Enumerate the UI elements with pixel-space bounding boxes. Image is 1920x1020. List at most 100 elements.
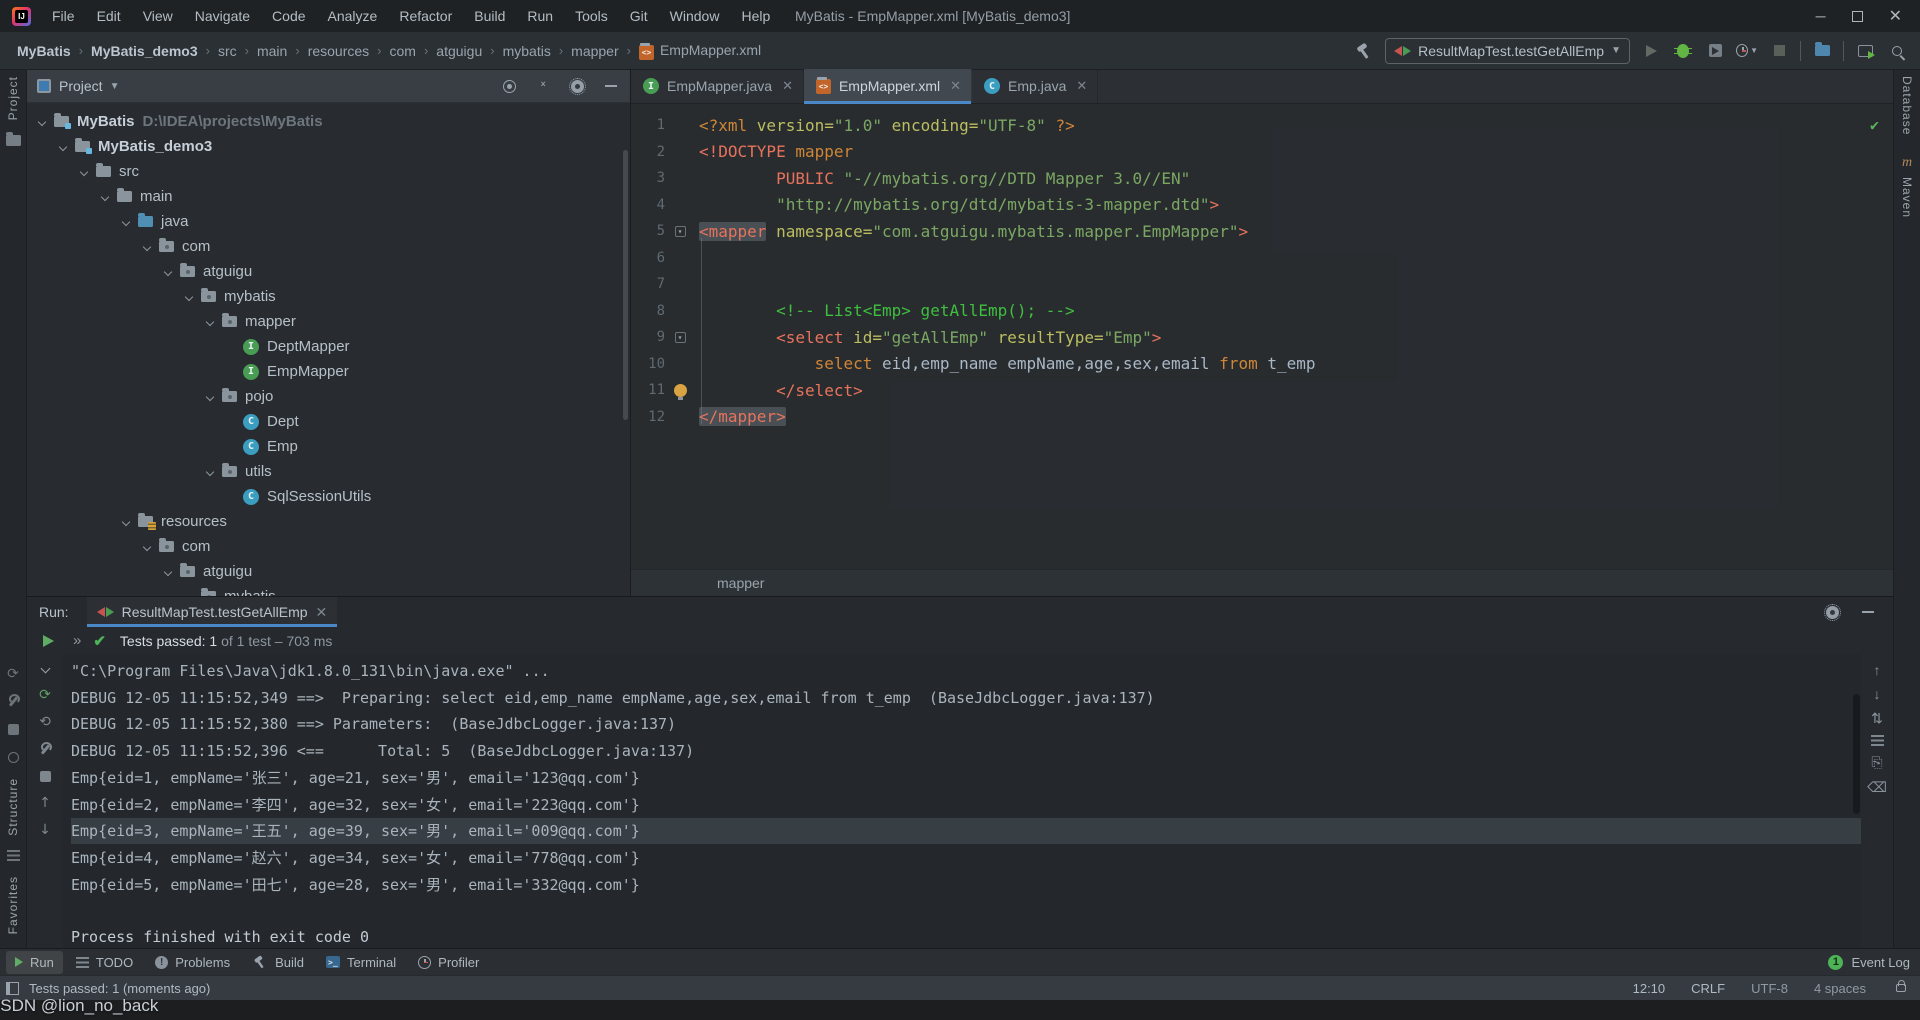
lock-icon[interactable] bbox=[1896, 980, 1906, 992]
tree-item-mybatis[interactable]: mybatis bbox=[27, 584, 630, 596]
chevron-down-icon[interactable] bbox=[142, 242, 152, 251]
tree-item-mybatis[interactable]: mybatis bbox=[27, 284, 630, 309]
menu-analyze[interactable]: Analyze bbox=[319, 5, 387, 27]
tree-item-mapper[interactable]: mapper bbox=[27, 309, 630, 334]
chevron-down-icon[interactable] bbox=[100, 192, 110, 201]
services-strip-icon[interactable] bbox=[3, 692, 23, 712]
editor-breadcrumb[interactable]: mapper bbox=[631, 569, 1893, 596]
camera-strip-icon[interactable] bbox=[3, 748, 23, 768]
tool-strip-structure[interactable]: Structure bbox=[6, 772, 20, 842]
tool-strip-project[interactable]: Project bbox=[6, 70, 20, 126]
tree-item-java[interactable]: java bbox=[27, 209, 630, 234]
tree-item-utils[interactable]: utils bbox=[27, 459, 630, 484]
line-ending-indicator[interactable]: CRLF bbox=[1691, 981, 1725, 996]
chevron-down-icon[interactable] bbox=[205, 317, 215, 326]
run-configuration-select[interactable]: ResultMapTest.testGetAllEmp ▼ bbox=[1385, 37, 1630, 64]
close-icon[interactable]: ✕ bbox=[316, 604, 328, 621]
tool-window-button-profiler[interactable]: Profiler bbox=[409, 951, 488, 974]
chevron-down-icon[interactable] bbox=[58, 142, 68, 151]
tree-item-com[interactable]: com bbox=[27, 234, 630, 259]
breadcrumb-item[interactable]: resources bbox=[305, 41, 372, 61]
tree-item-src[interactable]: src bbox=[27, 159, 630, 184]
scroll-to-end-icon[interactable] bbox=[1870, 735, 1884, 746]
indent-indicator[interactable]: 4 spaces bbox=[1814, 981, 1866, 996]
rerun-strip-icon[interactable]: ⟳ bbox=[3, 664, 23, 684]
menu-run[interactable]: Run bbox=[518, 5, 562, 27]
build-hammer-icon[interactable] bbox=[1353, 40, 1375, 62]
clear-all-icon[interactable]: ⌫ bbox=[1867, 779, 1887, 796]
tool-window-button-problems[interactable]: ! Problems bbox=[146, 951, 239, 974]
breadcrumb-item[interactable]: mapper bbox=[568, 41, 621, 61]
next-occurrence-icon[interactable]: ↓ bbox=[1874, 686, 1881, 702]
chevron-down-icon[interactable] bbox=[121, 217, 131, 226]
tool-strip-maven[interactable]: Maven bbox=[1900, 171, 1914, 224]
settings-gear-icon[interactable] bbox=[1821, 601, 1843, 623]
tree-item-resources[interactable]: resources bbox=[27, 509, 630, 534]
tree-item-com[interactable]: com bbox=[27, 534, 630, 559]
tree-item-deptmapper[interactable]: I DeptMapper bbox=[27, 334, 630, 359]
rerun-icon[interactable]: ⟳ bbox=[35, 685, 55, 705]
scroll-down-icon[interactable]: ↓ bbox=[35, 820, 55, 840]
chevron-down-icon[interactable]: ▼ bbox=[110, 81, 120, 92]
chevron-down-icon[interactable] bbox=[184, 592, 194, 596]
hide-panel-icon[interactable] bbox=[600, 75, 622, 97]
maximize-button[interactable] bbox=[1851, 10, 1863, 22]
scroll-up-icon[interactable]: ↑ bbox=[35, 793, 55, 813]
show-passed-icon[interactable]: » bbox=[73, 632, 81, 649]
tree-item-pojo[interactable]: pojo bbox=[27, 384, 630, 409]
run-anything-icon[interactable] bbox=[1854, 40, 1876, 62]
chevron-down-icon[interactable] bbox=[37, 117, 47, 126]
stop-button[interactable] bbox=[1768, 40, 1790, 62]
tree-item-atguigu[interactable]: atguigu bbox=[27, 259, 630, 284]
editor-tab[interactable]: I EmpMapper.java ✕ bbox=[631, 69, 804, 103]
close-button[interactable]: ✕ bbox=[1889, 6, 1902, 26]
breadcrumb-item[interactable]: mybatis bbox=[500, 41, 554, 61]
project-structure-icon[interactable] bbox=[1811, 40, 1833, 62]
print-icon[interactable]: ⎘ bbox=[1871, 754, 1882, 771]
hide-panel-icon[interactable] bbox=[1857, 601, 1879, 623]
menu-code[interactable]: Code bbox=[263, 5, 314, 27]
run-tab[interactable]: ResultMapTest.testGetAllEmp ✕ bbox=[86, 597, 338, 627]
tree-item-sqlsessionutils[interactable]: C SqlSessionUtils bbox=[27, 484, 630, 509]
coverage-button[interactable] bbox=[1704, 40, 1726, 62]
run-play-icon[interactable] bbox=[37, 630, 59, 652]
menu-git[interactable]: Git bbox=[621, 5, 657, 27]
menu-tools[interactable]: Tools bbox=[566, 5, 617, 27]
build-strip-icon[interactable] bbox=[3, 720, 23, 740]
menu-window[interactable]: Window bbox=[661, 5, 729, 27]
close-icon[interactable]: ✕ bbox=[1076, 78, 1087, 94]
locate-file-icon[interactable] bbox=[498, 75, 520, 97]
collapse-all-icon[interactable] bbox=[532, 75, 554, 97]
project-folder-icon[interactable] bbox=[3, 130, 23, 150]
chevron-down-icon[interactable] bbox=[142, 542, 152, 551]
breadcrumb-item[interactable]: atguigu bbox=[433, 41, 485, 61]
breadcrumb-item[interactable]: com bbox=[387, 41, 419, 61]
close-icon[interactable]: ✕ bbox=[950, 78, 961, 94]
run-button[interactable] bbox=[1640, 40, 1662, 62]
todo-strip-icon[interactable] bbox=[3, 846, 23, 866]
intention-bulb-icon[interactable] bbox=[673, 383, 687, 400]
chevron-down-icon[interactable] bbox=[35, 658, 55, 678]
menu-help[interactable]: Help bbox=[732, 5, 779, 27]
tool-window-button-run[interactable]: Run bbox=[6, 950, 63, 974]
search-everywhere-icon[interactable] bbox=[1886, 40, 1908, 62]
tree-item-main[interactable]: main bbox=[27, 184, 630, 209]
chevron-down-icon[interactable] bbox=[79, 167, 89, 176]
editor-body[interactable]: 1 2 3 4 5 ▾ 6 7 8 9 ▾ 10 11 12 <?xml version= "1.0" en… bbox=[631, 104, 1893, 569]
prev-occurrence-icon[interactable]: ↑ bbox=[1874, 662, 1881, 678]
tree-item-empmapper[interactable]: I EmpMapper bbox=[27, 359, 630, 384]
tool-window-button-terminal[interactable]: >_ Terminal bbox=[317, 951, 405, 974]
tree-item-dept[interactable]: C Dept bbox=[27, 409, 630, 434]
console-output[interactable]: "C:\Program Files\Java\jdk1.8.0_131\bin\… bbox=[63, 654, 1861, 948]
chevron-down-icon[interactable] bbox=[163, 567, 173, 576]
code-area[interactable]: <?xml version= "1.0" encoding= "UTF-8" ?> <… bbox=[699, 104, 1893, 569]
tree-item-mybatis[interactable]: MyBatis D:\IDEA\projects\MyBatis bbox=[27, 109, 630, 134]
chevron-down-icon[interactable] bbox=[205, 467, 215, 476]
tool-strip-database[interactable]: Database bbox=[1900, 70, 1914, 141]
rerun-failed-icon[interactable]: ⟲ bbox=[35, 712, 55, 732]
debug-button[interactable] bbox=[1672, 40, 1694, 62]
chevron-down-icon[interactable] bbox=[184, 292, 194, 301]
profiler-button[interactable]: ▼ bbox=[1736, 40, 1758, 62]
fold-icon[interactable]: ▾ bbox=[674, 225, 686, 237]
menu-edit[interactable]: Edit bbox=[88, 5, 130, 27]
